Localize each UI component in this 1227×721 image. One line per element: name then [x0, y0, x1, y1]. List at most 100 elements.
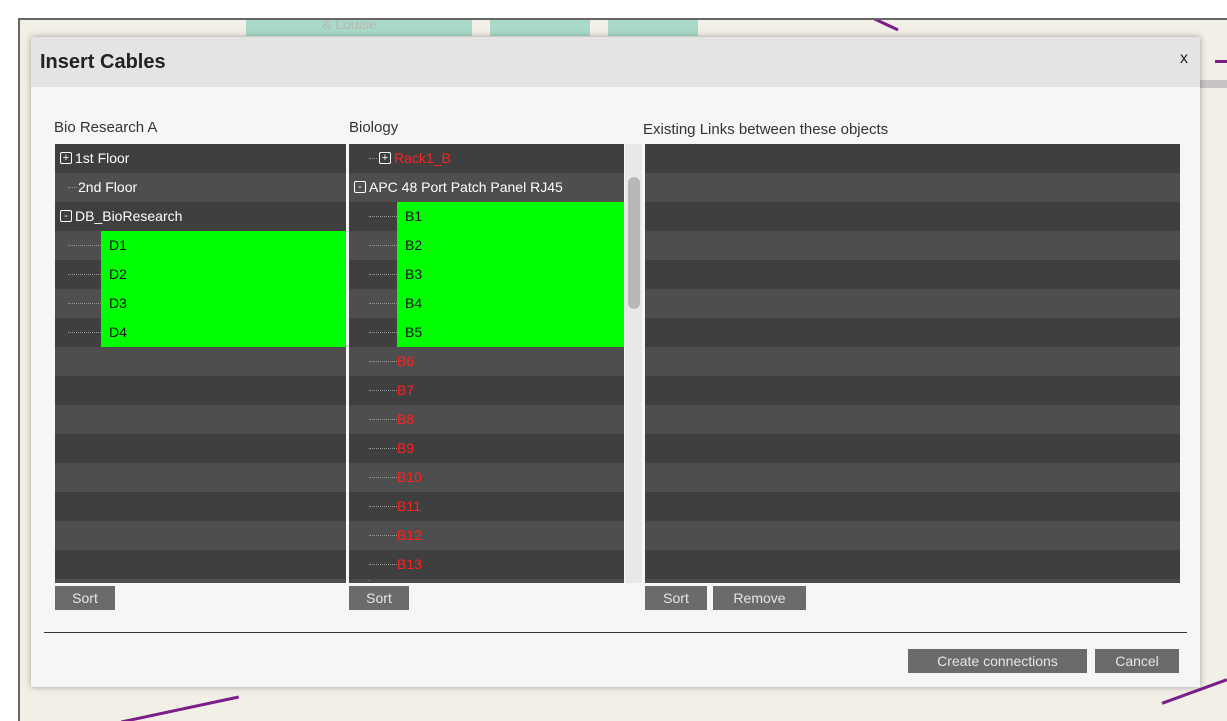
tree-connector — [369, 390, 397, 391]
tree-item[interactable]: B11 — [349, 492, 624, 521]
empty-row — [55, 405, 346, 434]
expand-icon[interactable]: + — [379, 152, 391, 164]
create-connections-button[interactable]: Create connections — [908, 649, 1087, 673]
expand-icon[interactable]: + — [60, 152, 72, 164]
empty-row — [55, 579, 346, 583]
tree-item-label: APC 48 Port Patch Panel RJ45 — [369, 179, 563, 195]
empty-row — [645, 260, 1180, 289]
empty-row — [55, 521, 346, 550]
tree-connector — [369, 245, 397, 246]
tree-item-label: B9 — [397, 440, 415, 456]
selection-highlight — [101, 318, 346, 347]
tree-item-label: D2 — [109, 266, 127, 282]
tree-item-label: B13 — [397, 556, 422, 572]
selection-highlight — [397, 318, 624, 347]
left-sort-button[interactable]: Sort — [55, 586, 115, 610]
empty-row — [55, 347, 346, 376]
tree-item-label: B2 — [405, 237, 423, 253]
tree-item-label: B7 — [397, 382, 415, 398]
tree-item[interactable]: 2nd Floor — [55, 173, 346, 202]
selection-highlight — [397, 289, 624, 318]
middle-sort-button[interactable]: Sort — [349, 586, 409, 610]
tree-item-selected[interactable]: B1 — [349, 202, 624, 231]
selection-highlight — [397, 260, 624, 289]
remove-button[interactable]: Remove — [713, 586, 806, 610]
collapse-icon[interactable]: - — [354, 181, 366, 193]
tree-item[interactable]: B7 — [349, 376, 624, 405]
tree-item-label: B12 — [397, 527, 422, 543]
map-road — [120, 695, 240, 721]
insert-cables-dialog: Insert Cables x Bio Research A Biology E… — [31, 37, 1200, 687]
empty-row — [55, 434, 346, 463]
empty-row — [645, 376, 1180, 405]
collapse-icon[interactable]: - — [60, 210, 72, 222]
tree-item[interactable]: B12 — [349, 521, 624, 550]
left-column-label: Bio Research A — [54, 119, 158, 136]
empty-row — [645, 289, 1180, 318]
tree-connector — [369, 535, 397, 536]
tree-item[interactable]: + Rack1_B — [349, 144, 624, 173]
empty-row — [645, 463, 1180, 492]
footer-divider — [44, 632, 1187, 633]
tree-item-selected[interactable]: D3 — [55, 289, 346, 318]
cancel-button[interactable]: Cancel — [1095, 649, 1179, 673]
empty-row — [645, 318, 1180, 347]
close-icon[interactable]: x — [1180, 50, 1188, 68]
tree-item[interactable]: - DB_BioResearch — [55, 202, 346, 231]
tree-item[interactable]: B10 — [349, 463, 624, 492]
tree-item-label: 1st Floor — [75, 150, 130, 166]
empty-row — [645, 231, 1180, 260]
selection-highlight — [397, 202, 624, 231]
tree-connector — [369, 332, 397, 333]
dialog-titlebar: Insert Cables x — [31, 37, 1200, 87]
tree-item-label: 2nd Floor — [78, 179, 138, 195]
tree-item[interactable]: B9 — [349, 434, 624, 463]
tree-item-label: B8 — [397, 411, 415, 427]
selection-highlight — [397, 231, 624, 260]
tree-item[interactable]: B13 — [349, 550, 624, 579]
empty-row — [55, 550, 346, 579]
left-tree-panel[interactable]: + 1st Floor 2nd Floor - DB_BioResearch D… — [55, 144, 346, 583]
tree-item-selected[interactable]: B2 — [349, 231, 624, 260]
tree-item-label: B6 — [397, 353, 415, 369]
tree-item-label: B1 — [405, 208, 423, 224]
tree-connector — [369, 477, 397, 478]
tree-item-selected[interactable]: B4 — [349, 289, 624, 318]
tree-connector — [369, 506, 397, 507]
tree-item-selected[interactable]: B3 — [349, 260, 624, 289]
empty-row — [55, 492, 346, 521]
selection-highlight — [101, 289, 346, 318]
tree-connector — [369, 274, 397, 275]
tree-item-selected[interactable]: D1 — [55, 231, 346, 260]
tree-item[interactable]: + 1st Floor — [55, 144, 346, 173]
selection-highlight — [101, 231, 346, 260]
tree-connector — [369, 361, 397, 362]
tree-item-selected[interactable]: D2 — [55, 260, 346, 289]
tree-item[interactable]: B6 — [349, 347, 624, 376]
tree-connector — [369, 303, 397, 304]
tree-item-label: B4 — [405, 295, 423, 311]
tree-item-label: D4 — [109, 324, 127, 340]
empty-row — [645, 202, 1180, 231]
tree-item-label: D3 — [109, 295, 127, 311]
empty-row — [645, 521, 1180, 550]
tree-item-selected[interactable]: B5 — [349, 318, 624, 347]
tree-connector — [369, 564, 397, 565]
tree-connector — [68, 274, 101, 275]
tree-item[interactable]: - APC 48 Port Patch Panel RJ45 — [349, 173, 624, 202]
map-road — [1215, 60, 1227, 63]
empty-row — [645, 550, 1180, 579]
tree-item-selected[interactable]: D4 — [55, 318, 346, 347]
empty-row — [645, 492, 1180, 521]
tree-item-label: D1 — [109, 237, 127, 253]
map-block — [490, 20, 590, 36]
middle-scrollbar-thumb[interactable] — [628, 177, 640, 309]
existing-links-panel[interactable] — [645, 144, 1180, 583]
right-sort-button[interactable]: Sort — [645, 586, 707, 610]
empty-row — [55, 376, 346, 405]
tree-connector — [68, 303, 101, 304]
tree-item[interactable]: B8 — [349, 405, 624, 434]
right-column-label: Existing Links between these objects — [643, 121, 889, 138]
empty-row — [645, 434, 1180, 463]
middle-tree-panel[interactable]: + Rack1_B - APC 48 Port Patch Panel RJ45… — [349, 144, 624, 583]
